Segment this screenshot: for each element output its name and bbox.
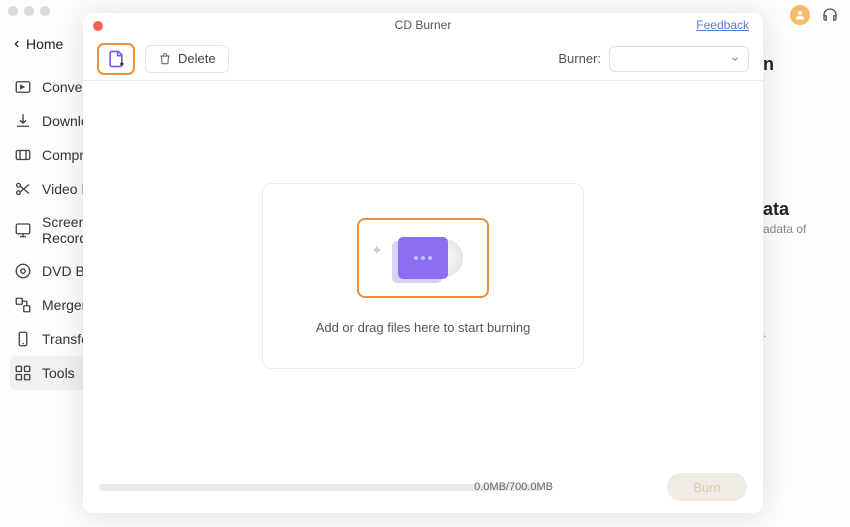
traffic-dot	[8, 6, 18, 16]
disc-icon	[14, 262, 32, 280]
burn-label: Burn	[693, 480, 720, 495]
chevron-down-icon	[730, 54, 740, 64]
file-drop-zone[interactable]: ✦ Add or drag files here to start burnin…	[262, 183, 584, 369]
cd-burner-modal: CD Burner Feedback Delete Burner: ✦	[83, 13, 763, 513]
compress-icon	[14, 146, 32, 164]
bg-fragment: ata	[763, 199, 828, 220]
add-file-icon	[106, 49, 126, 69]
scissors-icon	[14, 180, 32, 198]
user-avatar[interactable]	[790, 5, 810, 25]
support-button[interactable]	[820, 5, 840, 25]
delete-label: Delete	[178, 51, 216, 66]
close-button[interactable]	[93, 21, 103, 31]
bg-fragment: .	[763, 326, 828, 340]
headset-icon	[821, 6, 839, 24]
delete-button[interactable]: Delete	[145, 45, 229, 73]
download-icon	[14, 112, 32, 130]
screen-icon	[14, 221, 32, 239]
file-card-illustration	[398, 237, 448, 279]
chevron-left-icon	[12, 39, 22, 49]
trash-icon	[158, 52, 172, 66]
bg-fragment: n	[763, 54, 828, 75]
add-file-button[interactable]	[97, 43, 135, 75]
sidebar-item-label: Tools	[42, 365, 75, 381]
capacity-label: 0.0MB/700.0MB	[474, 481, 553, 493]
grid-icon	[14, 364, 32, 382]
sparkle-icon: ✦	[371, 242, 383, 259]
burner-select[interactable]	[609, 46, 749, 72]
window-traffic-lights	[8, 6, 50, 16]
burn-button[interactable]: Burn	[667, 473, 747, 501]
transfer-icon	[14, 330, 32, 348]
converter-icon	[14, 78, 32, 96]
drop-zone-illustration: ✦	[357, 218, 489, 298]
burner-label: Burner:	[558, 51, 601, 66]
merge-icon	[14, 296, 32, 314]
feedback-link[interactable]: Feedback	[696, 18, 749, 32]
bg-fragment: adata of	[763, 222, 828, 236]
back-home-label: Home	[26, 36, 63, 52]
modal-title: CD Burner	[395, 18, 452, 32]
traffic-dot	[40, 6, 50, 16]
sidebar-item-label: Merger	[42, 297, 86, 313]
drop-zone-text: Add or drag files here to start burning	[316, 320, 531, 335]
user-icon	[794, 9, 806, 21]
traffic-dot	[24, 6, 34, 16]
